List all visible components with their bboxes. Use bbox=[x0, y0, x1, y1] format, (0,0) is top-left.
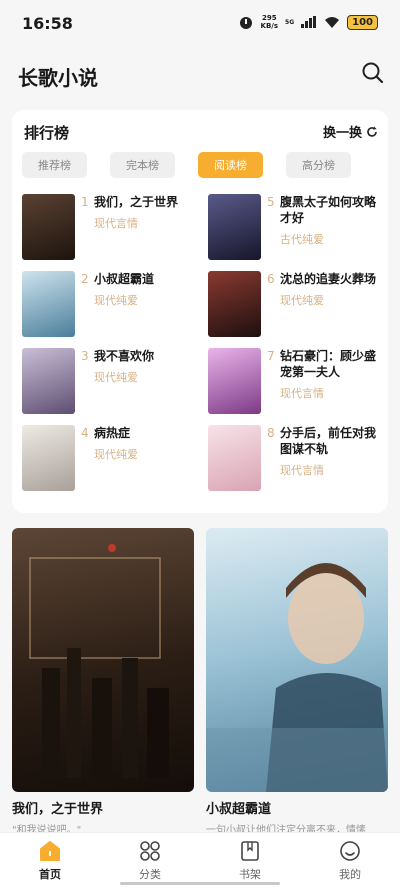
status-time: 16:58 bbox=[22, 14, 73, 33]
featured-title: 我们，之于世界 bbox=[12, 802, 104, 817]
nav-label: 书架 bbox=[239, 868, 261, 881]
book-title: 分手后，前任对我图谋不轨 bbox=[280, 426, 377, 456]
refresh-button[interactable]: 换一换 bbox=[323, 122, 378, 141]
rank-number: 2 bbox=[81, 272, 89, 286]
ranking-card: 排行榜 换一换 推荐榜 完本榜 阅读榜 高分榜 1 我们，之于世界 现代言情 2小… bbox=[12, 110, 388, 513]
book-cover bbox=[22, 194, 75, 260]
book-title: 病热症 bbox=[94, 426, 131, 440]
rank-item-2[interactable]: 2 小叔超霸道 现代纯爱 bbox=[22, 271, 202, 339]
book-genre: 现代纯爱 bbox=[94, 448, 138, 461]
rank-item-4[interactable]: 4 病热症 现代纯爱 bbox=[22, 425, 202, 493]
rank-number: 5 bbox=[267, 195, 275, 209]
book-title: 腹黑太子如何攻略才好 bbox=[280, 195, 377, 225]
book-title: 小叔超霸道 bbox=[94, 272, 155, 286]
rank-number: 6 bbox=[267, 272, 275, 286]
tab-reading[interactable]: 阅读榜 bbox=[198, 152, 263, 178]
rank-item-1[interactable]: 1 我们，之于世界 现代言情 bbox=[22, 194, 202, 262]
featured-book-2[interactable]: 小叔超霸道 一句小叔让他们注定分离不来，情愫 bbox=[206, 528, 388, 838]
nav-category[interactable]: 分类 bbox=[100, 833, 200, 889]
rank-item-6[interactable]: 6 沈总的追妻火葬场 现代纯爱 bbox=[208, 271, 388, 339]
book-genre: 现代言情 bbox=[94, 217, 138, 230]
book-title: 我不喜欢你 bbox=[94, 349, 155, 363]
book-cover bbox=[208, 271, 261, 337]
nav-profile[interactable]: 我的 bbox=[300, 833, 400, 889]
rank-number: 7 bbox=[267, 349, 275, 363]
rank-item-8[interactable]: 8 分手后，前任对我图谋不轨 现代言情 bbox=[208, 425, 388, 493]
home-indicator bbox=[120, 882, 280, 885]
wifi-icon bbox=[325, 17, 340, 28]
tab-recommend[interactable]: 推荐榜 bbox=[22, 152, 87, 178]
book-cover bbox=[22, 425, 75, 491]
refresh-icon bbox=[367, 126, 377, 137]
book-cover bbox=[208, 194, 261, 260]
tab-top-rated[interactable]: 高分榜 bbox=[286, 152, 351, 178]
book-title: 沈总的追妻火葬场 bbox=[280, 272, 377, 286]
refresh-label: 换一换 bbox=[322, 126, 362, 141]
bookshelf-icon bbox=[241, 841, 259, 861]
rank-number: 3 bbox=[81, 349, 89, 363]
featured-book-1[interactable]: 我们，之于世界 "和我说说吧。" bbox=[12, 528, 194, 838]
nav-bookshelf[interactable]: 书架 bbox=[200, 833, 300, 889]
nav-label: 分类 bbox=[139, 868, 161, 881]
rank-item-3[interactable]: 3 我不喜欢你 现代纯爱 bbox=[22, 348, 202, 416]
book-title: 钻石豪门：顾少盛宠第一夫人 bbox=[280, 349, 377, 379]
app-title: 长歌小说 bbox=[18, 66, 98, 90]
featured-title: 小叔超霸道 bbox=[206, 802, 272, 817]
status-bar: 16:58 295 KB/s 5G 100 bbox=[0, 0, 400, 50]
nav-label: 我的 bbox=[339, 868, 361, 881]
net-speed: 295 KB/s bbox=[260, 14, 279, 30]
rank-number: 8 bbox=[267, 426, 275, 440]
book-title: 我们，之于世界 bbox=[94, 195, 179, 209]
book-cover bbox=[22, 271, 75, 337]
featured-cover bbox=[12, 528, 194, 792]
book-genre: 现代言情 bbox=[280, 387, 324, 400]
status-icons: 295 KB/s 5G 100 bbox=[238, 14, 378, 30]
signal-label: 5G bbox=[285, 18, 295, 26]
home-icon bbox=[40, 841, 60, 861]
book-genre: 现代纯爱 bbox=[94, 371, 138, 384]
featured-cover bbox=[206, 528, 388, 792]
tab-completed[interactable]: 完本榜 bbox=[110, 152, 175, 178]
book-genre: 现代纯爱 bbox=[280, 294, 324, 307]
rank-item-5[interactable]: 5 腹黑太子如何攻略才好 古代纯爱 bbox=[208, 194, 388, 262]
cover-art bbox=[206, 563, 388, 792]
nav-label: 首页 bbox=[39, 868, 61, 881]
book-cover bbox=[208, 348, 261, 414]
nav-home[interactable]: 首页 bbox=[0, 833, 100, 889]
book-genre: 现代纯爱 bbox=[94, 294, 138, 307]
signal-icon bbox=[301, 16, 317, 28]
book-cover bbox=[208, 425, 261, 491]
search-icon[interactable] bbox=[360, 60, 386, 86]
profile-icon bbox=[340, 841, 360, 861]
book-genre: 古代纯爱 bbox=[280, 233, 324, 246]
battery-indicator: 100 bbox=[347, 14, 378, 30]
rank-item-7[interactable]: 7 钻石豪门：顾少盛宠第一夫人 现代言情 bbox=[208, 348, 388, 416]
top-bar: 长歌小说 bbox=[0, 50, 400, 100]
alarm-icon bbox=[239, 17, 252, 29]
rank-number: 4 bbox=[81, 426, 89, 440]
cover-art bbox=[29, 544, 169, 778]
book-genre: 现代言情 bbox=[280, 464, 324, 477]
rank-number: 1 bbox=[81, 195, 89, 209]
book-cover bbox=[22, 348, 75, 414]
ranking-tabs: 推荐榜 完本榜 阅读榜 高分榜 bbox=[22, 152, 351, 178]
category-icon bbox=[140, 841, 160, 861]
ranking-title: 排行榜 bbox=[24, 124, 70, 142]
bottom-nav: 首页 分类 书架 我的 bbox=[0, 832, 400, 889]
